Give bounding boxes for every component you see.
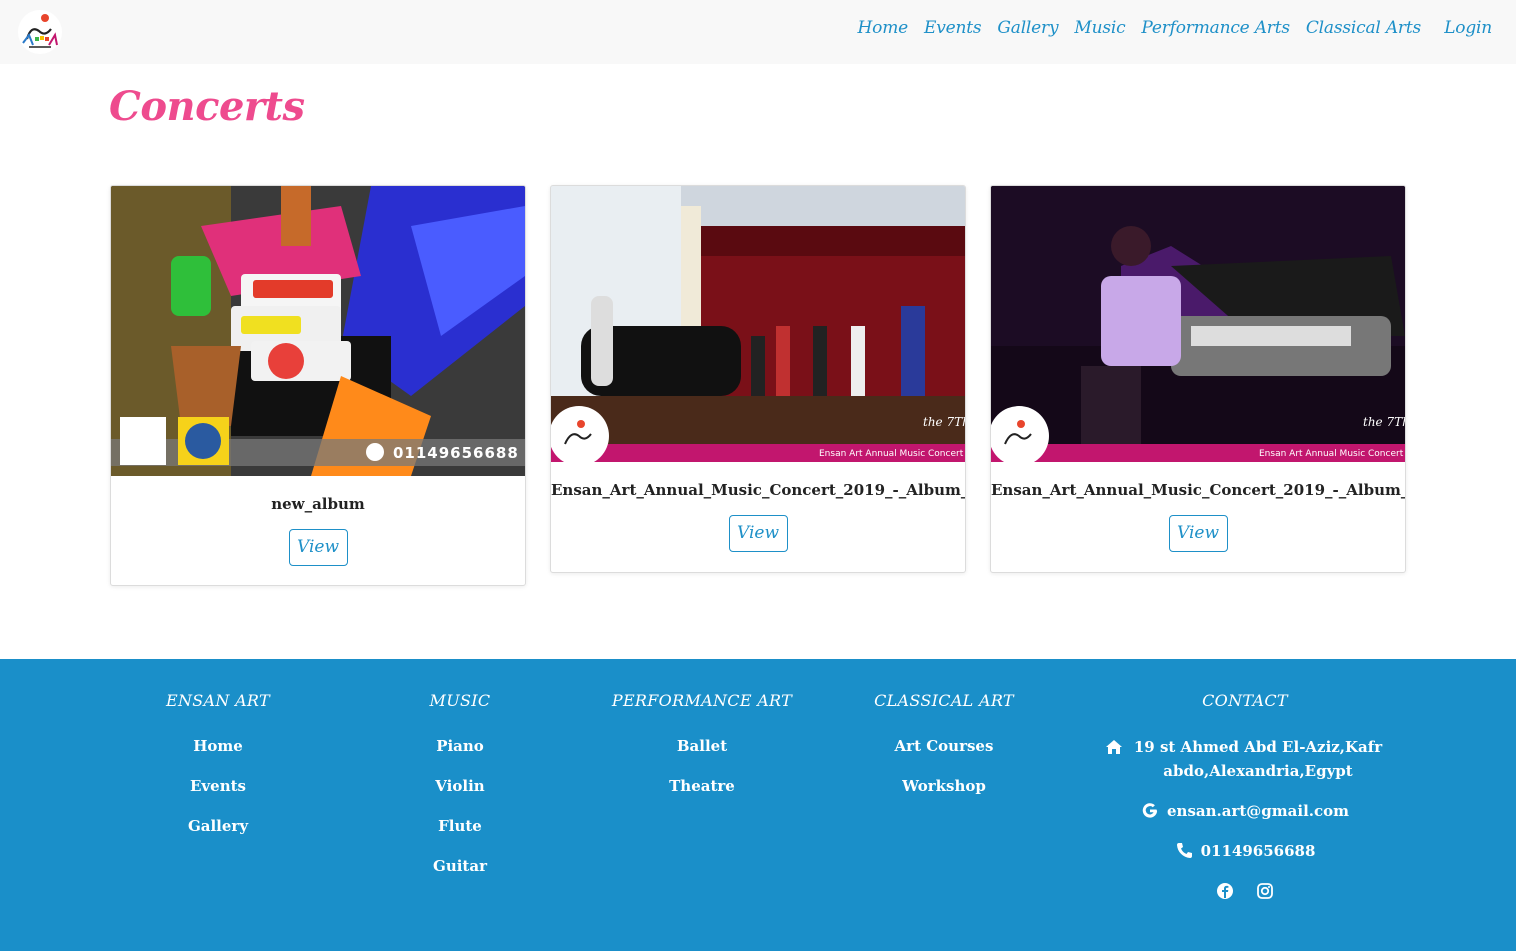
footer-col-contact: CONTACT 19 st Ahmed Abd El-Aziz,Kafr abd… xyxy=(1105,689,1385,900)
login-link[interactable]: Login xyxy=(1444,16,1492,40)
facebook-icon[interactable] xyxy=(1216,882,1234,900)
footer-heading: MUSIC xyxy=(429,691,491,710)
instagram-icon[interactable] xyxy=(1256,882,1274,900)
view-album-button[interactable]: View xyxy=(288,529,348,566)
phone-text[interactable]: 01149656688 xyxy=(1201,839,1316,863)
footer-link-piano[interactable]: Piano xyxy=(360,735,560,775)
album-card: Ensan Art Annual Music Concert 2019 the … xyxy=(550,185,966,573)
edition-text: the 7Th xyxy=(923,415,965,429)
album-cover-image[interactable]: 01149656688 xyxy=(111,186,525,476)
address-text: 19 st Ahmed Abd El-Aziz,Kafr abdo,Alexan… xyxy=(1133,738,1383,780)
footer-link-flute[interactable]: Flute xyxy=(360,815,560,855)
contact-address: 19 st Ahmed Abd El-Aziz,Kafr abdo,Alexan… xyxy=(1105,735,1385,783)
nav-home[interactable]: Home xyxy=(858,16,909,40)
contact-email[interactable]: ensan.art@gmail.com xyxy=(1105,799,1385,823)
social-links xyxy=(1105,879,1385,900)
album-title: new_album xyxy=(271,495,365,513)
album-cover-image[interactable]: Ensan Art Annual Music Concert 2019 the … xyxy=(551,186,965,462)
google-icon xyxy=(1141,802,1159,820)
navbar: Home Events Gallery Music Performance Ar… xyxy=(0,0,1516,64)
footer-link-gallery[interactable]: Gallery xyxy=(118,815,318,855)
footer: ENSAN ART Home Events Gallery MUSIC Pian… xyxy=(0,659,1516,951)
footer-link-ballet[interactable]: Ballet xyxy=(602,735,802,775)
main-nav: Home Events Gallery Music Performance Ar… xyxy=(858,16,1422,40)
footer-link-home[interactable]: Home xyxy=(118,735,318,775)
contact-phone[interactable]: 01149656688 xyxy=(1105,839,1385,863)
footer-col-classical-art: CLASSICAL ART Art Courses Workshop xyxy=(844,689,1044,815)
site-logo[interactable] xyxy=(15,9,65,55)
footer-link-workshop[interactable]: Workshop xyxy=(844,775,1044,815)
footer-col-performance-art: PERFORMANCE ART Ballet Theatre xyxy=(602,689,802,815)
nav-events[interactable]: Events xyxy=(924,16,982,40)
phone-banner-text: 01149656688 xyxy=(393,444,519,462)
footer-link-theatre[interactable]: Theatre xyxy=(602,775,802,815)
album-title: Ensan_Art_Annual_Music_Concert_2019_-_Al… xyxy=(991,481,1406,499)
album-cover-image[interactable]: Ensan Art Annual Music Concert 2019 the … xyxy=(991,186,1405,462)
view-album-button[interactable]: View xyxy=(1168,515,1228,552)
album-card: 01149656688 new_album View xyxy=(110,185,526,586)
footer-link-art-courses[interactable]: Art Courses xyxy=(844,735,1044,775)
footer-col-ensan-art: ENSAN ART Home Events Gallery xyxy=(118,689,318,855)
footer-heading: CONTACT xyxy=(1202,691,1288,710)
phone-icon xyxy=(1175,842,1193,860)
nav-music[interactable]: Music xyxy=(1074,16,1125,40)
footer-heading: CLASSICAL ART xyxy=(874,691,1014,710)
view-album-button[interactable]: View xyxy=(728,515,788,552)
nav-classical-arts[interactable]: Classical Arts xyxy=(1306,16,1421,40)
email-text[interactable]: ensan.art@gmail.com xyxy=(1167,799,1349,823)
footer-heading: PERFORMANCE ART xyxy=(611,691,793,710)
footer-link-violin[interactable]: Violin xyxy=(360,775,560,815)
nav-gallery[interactable]: Gallery xyxy=(997,16,1058,40)
footer-link-events[interactable]: Events xyxy=(118,775,318,815)
album-card: Ensan Art Annual Music Concert 2019 the … xyxy=(990,185,1406,573)
footer-link-guitar[interactable]: Guitar xyxy=(360,855,560,895)
banner-text: Ensan Art Annual Music Concert 2019 xyxy=(819,449,965,459)
page-title: Concerts xyxy=(109,83,305,130)
nav-performance-arts[interactable]: Performance Arts xyxy=(1141,16,1290,40)
footer-heading: ENSAN ART xyxy=(166,691,270,710)
banner-text: Ensan Art Annual Music Concert 2019 xyxy=(1259,449,1405,459)
home-icon xyxy=(1105,738,1123,756)
edition-text: the 7Th xyxy=(1363,415,1405,429)
album-title: Ensan_Art_Annual_Music_Concert_2019_-_Al… xyxy=(551,481,966,499)
footer-col-music: MUSIC Piano Violin Flute Guitar xyxy=(360,689,560,895)
